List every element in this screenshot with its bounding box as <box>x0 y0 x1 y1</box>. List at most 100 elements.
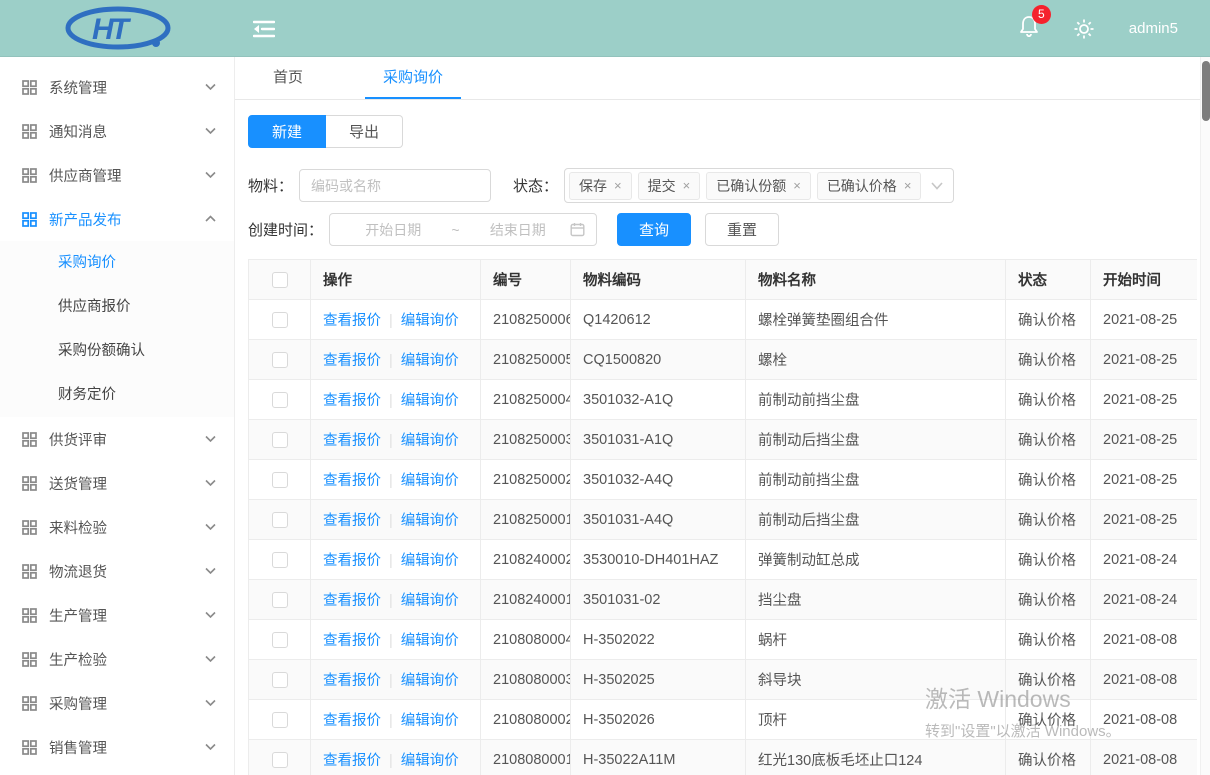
sidebar-item-label: 生产管理 <box>49 605 107 626</box>
edit-inquiry-link[interactable]: 编辑询价 <box>401 593 459 609</box>
edit-inquiry-link[interactable]: 编辑询价 <box>401 513 459 529</box>
vertical-scrollbar[interactable] <box>1200 57 1210 775</box>
sidebar-subitem[interactable]: 采购询价 <box>0 241 234 285</box>
remove-tag-icon[interactable]: × <box>614 179 622 192</box>
row-checkbox[interactable] <box>272 432 288 448</box>
status-tag[interactable]: 保存 × <box>569 172 632 200</box>
sidebar-item-1[interactable]: 通知消息 <box>0 109 234 153</box>
start-time-cell: 2021-08-25 <box>1091 460 1198 500</box>
sidebar-item-8[interactable]: 生产管理 <box>0 593 234 637</box>
scrollbar-thumb[interactable] <box>1202 61 1210 121</box>
edit-inquiry-link[interactable]: 编辑询价 <box>401 313 459 329</box>
edit-inquiry-link[interactable]: 编辑询价 <box>401 673 459 689</box>
row-checkbox[interactable] <box>272 512 288 528</box>
order-id-cell: 2108250004 <box>481 380 571 420</box>
sidebar-item-11[interactable]: 销售管理 <box>0 725 234 769</box>
view-quote-link[interactable]: 查看报价 <box>323 633 381 649</box>
menu-fold-icon[interactable] <box>253 20 275 38</box>
row-checkbox[interactable] <box>272 632 288 648</box>
sidebar-subitem[interactable]: 供应商报价 <box>0 285 234 329</box>
logo-icon: HT <box>62 6 174 52</box>
view-quote-link[interactable]: 查看报价 <box>323 593 381 609</box>
remove-tag-icon[interactable]: × <box>683 179 691 192</box>
view-quote-link[interactable]: 查看报价 <box>323 713 381 729</box>
view-quote-link[interactable]: 查看报价 <box>323 513 381 529</box>
new-button[interactable]: 新建 <box>248 115 326 148</box>
row-checkbox[interactable] <box>272 392 288 408</box>
row-checkbox[interactable] <box>272 472 288 488</box>
start-time-cell: 2021-08-25 <box>1091 380 1198 420</box>
material-code-cell: CQ1500820 <box>571 340 746 380</box>
reset-button[interactable]: 重置 <box>705 213 779 246</box>
remove-tag-icon[interactable]: × <box>904 179 912 192</box>
tab-purchase-inquiry[interactable]: 采购询价 <box>365 57 461 99</box>
material-name-cell: 前制动后挡尘盘 <box>746 420 1006 460</box>
grid-icon <box>22 608 37 623</box>
edit-inquiry-link[interactable]: 编辑询价 <box>401 633 459 649</box>
view-quote-link[interactable]: 查看报价 <box>323 673 381 689</box>
sidebar-item-3[interactable]: 新产品发布 <box>0 197 234 241</box>
export-button[interactable]: 导出 <box>326 115 403 148</box>
actions-cell: 查看报价|编辑询价 <box>311 700 481 740</box>
status-multiselect[interactable]: 保存×提交×已确认份额×已确认价格× <box>564 168 954 203</box>
view-quote-link[interactable]: 查看报价 <box>323 433 381 449</box>
sidebar-item-0[interactable]: 系统管理 <box>0 65 234 109</box>
table-header-row: 操作 编号 物料编码 物料名称 状态 开始时间 <box>249 260 1198 300</box>
row-checkbox[interactable] <box>272 712 288 728</box>
material-input[interactable] <box>299 169 491 202</box>
edit-inquiry-link[interactable]: 编辑询价 <box>401 393 459 409</box>
table-row: 查看报价|编辑询价2108080004H-3502022蜗杆确认价格2021-0… <box>249 620 1198 660</box>
settings-button[interactable] <box>1073 18 1095 40</box>
sidebar-item-2[interactable]: 供应商管理 <box>0 153 234 197</box>
grid-icon <box>22 740 37 755</box>
edit-inquiry-link[interactable]: 编辑询价 <box>401 553 459 569</box>
notifications-button[interactable]: 5 <box>1019 15 1039 42</box>
sidebar-item-label: 送货管理 <box>49 473 107 494</box>
view-quote-link[interactable]: 查看报价 <box>323 313 381 329</box>
table-row: 查看报价|编辑询价21082500013501031-A4Q前制动后挡尘盘确认价… <box>249 500 1198 540</box>
material-code-cell: H-3502025 <box>571 660 746 700</box>
status-tag-label: 保存 <box>579 176 607 196</box>
edit-inquiry-link[interactable]: 编辑询价 <box>401 433 459 449</box>
material-name-cell: 前制动前挡尘盘 <box>746 380 1006 420</box>
row-checkbox[interactable] <box>272 552 288 568</box>
row-checkbox[interactable] <box>272 312 288 328</box>
start-time-cell: 2021-08-24 <box>1091 580 1198 620</box>
sidebar-item-5[interactable]: 送货管理 <box>0 461 234 505</box>
view-quote-link[interactable]: 查看报价 <box>323 553 381 569</box>
view-quote-link[interactable]: 查看报价 <box>323 473 381 489</box>
tab-home[interactable]: 首页 <box>255 57 321 99</box>
row-checkbox[interactable] <box>272 672 288 688</box>
status-tag[interactable]: 已确认价格× <box>817 172 922 200</box>
date-range-picker[interactable]: 开始日期 ~ 结束日期 <box>329 213 597 246</box>
edit-inquiry-link[interactable]: 编辑询价 <box>401 753 459 769</box>
row-checkbox[interactable] <box>272 592 288 608</box>
sidebar-item-4[interactable]: 供货评审 <box>0 417 234 461</box>
row-checkbox[interactable] <box>272 752 288 768</box>
start-time-cell: 2021-08-08 <box>1091 620 1198 660</box>
sidebar-item-label: 新产品发布 <box>49 209 122 230</box>
sidebar-item-9[interactable]: 生产检验 <box>0 637 234 681</box>
status-tag[interactable]: 提交× <box>638 172 701 200</box>
edit-inquiry-link[interactable]: 编辑询价 <box>401 353 459 369</box>
view-quote-link[interactable]: 查看报价 <box>323 353 381 369</box>
remove-tag-icon[interactable]: × <box>793 179 801 192</box>
user-menu[interactable]: admin5 <box>1129 20 1178 37</box>
chevron-down-icon <box>205 127 216 135</box>
checkbox-cell <box>249 540 311 580</box>
material-code-cell: H-3502026 <box>571 700 746 740</box>
main-content: 首页 采购询价 新建 导出 物料： 状态： 保存×提交×已确认份额×已确认价格× <box>235 57 1210 775</box>
status-tag[interactable]: 已确认份额× <box>706 172 811 200</box>
sidebar-item-7[interactable]: 物流退货 <box>0 549 234 593</box>
view-quote-link[interactable]: 查看报价 <box>323 753 381 769</box>
sidebar-subitem[interactable]: 采购份额确认 <box>0 329 234 373</box>
sidebar-subitem[interactable]: 财务定价 <box>0 373 234 417</box>
query-button[interactable]: 查询 <box>617 213 691 246</box>
sidebar-item-10[interactable]: 采购管理 <box>0 681 234 725</box>
sidebar-item-6[interactable]: 来料检验 <box>0 505 234 549</box>
select-all-checkbox[interactable] <box>272 272 288 288</box>
row-checkbox[interactable] <box>272 352 288 368</box>
edit-inquiry-link[interactable]: 编辑询价 <box>401 713 459 729</box>
view-quote-link[interactable]: 查看报价 <box>323 393 381 409</box>
edit-inquiry-link[interactable]: 编辑询价 <box>401 473 459 489</box>
